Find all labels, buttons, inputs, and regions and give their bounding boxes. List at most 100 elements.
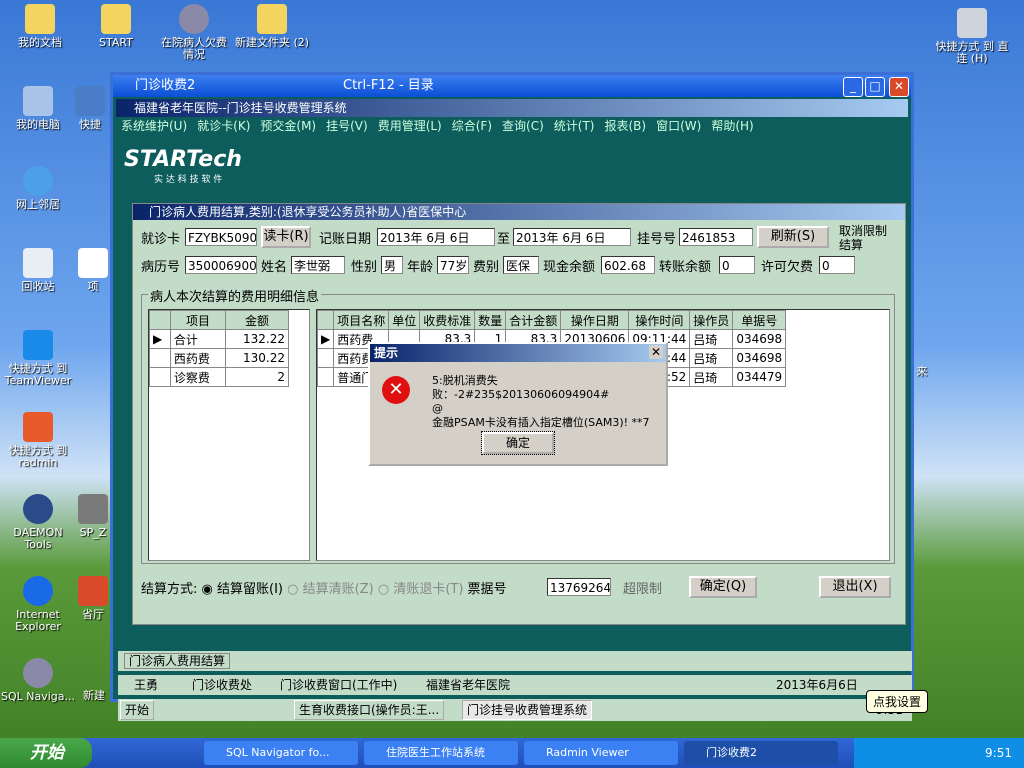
desktop-icon[interactable]: 项 xyxy=(76,248,110,293)
status-tab-bar: 门诊病人费用结算 xyxy=(118,651,912,671)
desktop-icon[interactable]: DAEMON Tools xyxy=(0,494,76,551)
date-to-field[interactable]: 2013年 6月 6日 xyxy=(513,228,631,246)
menu-general[interactable]: 综合(F) xyxy=(452,119,492,133)
date-to-label: 至 xyxy=(497,232,511,247)
status-dept: 门诊收费处 xyxy=(192,678,253,692)
transfer-field[interactable]: 0 xyxy=(719,256,755,274)
window-title: 门诊收费2 xyxy=(135,78,196,93)
task-item[interactable]: 住院医生工作站系统 xyxy=(364,741,518,765)
name-label: 姓名 xyxy=(261,260,288,275)
alert-titlebar[interactable]: 提示 ✕ xyxy=(370,344,666,362)
radio-keep-account[interactable]: ◉ 结算留账(I) xyxy=(202,582,283,597)
desktop-icon[interactable]: START xyxy=(78,4,154,49)
task-item[interactable]: 门诊收费2 xyxy=(684,741,838,765)
alert-dialog: 提示 ✕ ✕ 5:脱机消费失败：-2#235$20130606094904# @ … xyxy=(368,342,668,466)
dialog-titlebar[interactable]: 门诊病人费用结算,类别:(退休享受公务员补助人)省医保中心 xyxy=(133,204,905,220)
desktop-icon[interactable]: 快捷方式 到 radmin xyxy=(0,412,76,469)
window-titlebar[interactable]: 门诊收费2 Ctrl-F12 - 目录 _ □ ✕ xyxy=(113,75,911,97)
table-row[interactable]: ▶ 合计 132.22 xyxy=(149,329,289,349)
feetype-field[interactable]: 医保 xyxy=(503,256,539,274)
status-window: 门诊收费窗口(工作中) xyxy=(280,678,398,692)
table-row[interactable]: 西药费 130.22 xyxy=(149,348,289,368)
menu-report[interactable]: 报表(B) xyxy=(604,119,646,133)
menu-card[interactable]: 就诊卡(K) xyxy=(197,119,250,133)
status-bar: 王勇 门诊收费处 门诊收费窗口(工作中) 福建省老年医院 2013年6月6日 0… xyxy=(118,675,912,712)
tab-settlement[interactable]: 门诊病人费用结算 xyxy=(124,653,231,669)
inner-task-item[interactable]: 门诊挂号收费管理系统 xyxy=(462,700,593,720)
desktop-icon[interactable]: 网上邻居 xyxy=(0,166,76,211)
menu-help[interactable]: 帮助(H) xyxy=(711,119,753,133)
read-card-button[interactable]: 读卡(R) xyxy=(261,226,311,248)
error-icon: ✕ xyxy=(382,376,410,404)
date-from-field[interactable]: 2013年 6月 6日 xyxy=(377,228,495,246)
mdi-titlebar[interactable]: 福建省老年医院--门诊挂号收费管理系统 xyxy=(116,99,908,117)
reg-field[interactable]: 2461853 xyxy=(679,228,753,246)
desktop-icon[interactable]: 在院病人欠费情况 xyxy=(156,4,232,61)
sex-field[interactable]: 男 xyxy=(381,256,403,274)
desktop-icon[interactable]: 快捷方式 到 直连 (H) xyxy=(934,8,1010,65)
menu-system[interactable]: 系统维护(U) xyxy=(121,119,187,133)
ok-button[interactable]: 确定(Q) xyxy=(689,576,757,598)
desktop-icon[interactable]: 快捷方式 到 TeamViewer xyxy=(0,330,76,387)
start-button[interactable]: 开始 xyxy=(0,738,92,768)
owe-field[interactable]: 0 xyxy=(819,256,855,274)
close-button[interactable]: ✕ xyxy=(889,77,909,97)
desktop-icon[interactable]: 快捷 xyxy=(70,86,110,131)
maximize-button[interactable]: □ xyxy=(865,77,885,97)
record-label: 病历号 xyxy=(141,260,181,275)
age-field[interactable]: 77岁 xyxy=(437,256,469,274)
window-hotkey: Ctrl-F12 - 目录 xyxy=(343,78,434,93)
minimize-button[interactable]: _ xyxy=(843,77,863,97)
card-field[interactable]: FZYBK5090 xyxy=(185,228,257,246)
desktop-icon[interactable]: 新建 xyxy=(78,690,110,702)
name-field[interactable]: 李世弼 xyxy=(291,256,345,274)
desktop-icon[interactable]: 回收站 xyxy=(0,248,76,293)
desktop-icon[interactable]: Internet Explorer xyxy=(0,576,76,633)
date-label: 记账日期 xyxy=(319,232,372,247)
system-tray: 9:51 xyxy=(854,738,1024,768)
alert-close-button[interactable]: ✕ xyxy=(649,345,663,359)
cash-field[interactable]: 602.68 xyxy=(601,256,655,274)
inner-task-item[interactable]: 生育收费接口(操作员:王... xyxy=(294,700,445,720)
card-label: 就诊卡 xyxy=(141,232,181,247)
pay-label: 结算方式: xyxy=(141,582,198,597)
feetype-label: 费别 xyxy=(473,260,500,275)
desktop-icon[interactable]: 我的文档 xyxy=(2,4,78,49)
cancel-limit-checkbox[interactable]: 取消限制结算 xyxy=(839,224,889,252)
alert-ok-button[interactable]: 确定 xyxy=(481,431,555,455)
reg-label: 挂号号 xyxy=(637,232,677,247)
exceed-checkbox[interactable]: 超限制 xyxy=(623,578,662,597)
sex-label: 性别 xyxy=(351,260,378,275)
menu-stats[interactable]: 统计(T) xyxy=(554,119,595,133)
inner-taskbar: 开始 生育收费接口(操作员:王... 门诊挂号收费管理系统 9:51 xyxy=(118,699,912,721)
alert-message: 5:脱机消费失败：-2#235$20130606094904# @ 金融PSAM… xyxy=(432,374,650,429)
owe-label: 许可欠费 xyxy=(761,260,814,275)
bill-field[interactable]: 13769264 xyxy=(547,578,611,596)
record-field[interactable]: 3500069005 xyxy=(185,256,257,274)
taskbar: 开始 SQL Navigator fo... 住院医生工作站系统 Radmin … xyxy=(0,738,1024,768)
inner-start-button[interactable]: 开始 xyxy=(120,700,155,720)
desktop-icon[interactable]: 新建文件夹 (2) xyxy=(234,4,310,49)
detail-group-title: 病人本次结算的费用明细信息 xyxy=(148,286,322,305)
desktop-icon[interactable]: SQL Naviga... xyxy=(0,658,76,703)
menu-deposit[interactable]: 预交金(M) xyxy=(260,119,316,133)
menu-window[interactable]: 窗口(W) xyxy=(656,119,701,133)
menu-bar: 系统维护(U) 就诊卡(K) 预交金(M) 挂号(V) 费用管理(L) 综合(F) 查询(C… xyxy=(116,117,908,135)
task-item[interactable]: SQL Navigator fo... xyxy=(204,741,358,765)
refresh-button[interactable]: 刷新(S) xyxy=(757,226,829,248)
desktop-icon[interactable]: SP_Z xyxy=(76,494,110,539)
menu-fee[interactable]: 费用管理(L) xyxy=(378,119,442,133)
desktop-icon[interactable]: 省厅 xyxy=(76,576,110,621)
menu-query[interactable]: 查询(C) xyxy=(502,119,544,133)
desktop-icon[interactable]: 我的电脑 xyxy=(0,86,76,131)
summary-table[interactable]: 项目 金额 ▶ 合计 132.22 西药费 130.22 诊察费 2 xyxy=(148,309,310,561)
table-row[interactable]: 诊察费 2 xyxy=(149,367,289,387)
status-user: 王勇 xyxy=(134,678,159,692)
transfer-label: 转账余额 xyxy=(659,260,712,275)
task-item[interactable]: Radmin Viewer xyxy=(524,741,678,765)
radio-clear-account[interactable]: ○ 结算清账(Z) xyxy=(287,582,374,597)
radio-refund-card[interactable]: ○ 清账退卡(T) xyxy=(378,582,464,597)
company-logo: STARTech 实 达 科 技 软 件 xyxy=(124,147,242,185)
exit-button[interactable]: 退出(X) xyxy=(819,576,891,598)
menu-register[interactable]: 挂号(V) xyxy=(326,119,368,133)
